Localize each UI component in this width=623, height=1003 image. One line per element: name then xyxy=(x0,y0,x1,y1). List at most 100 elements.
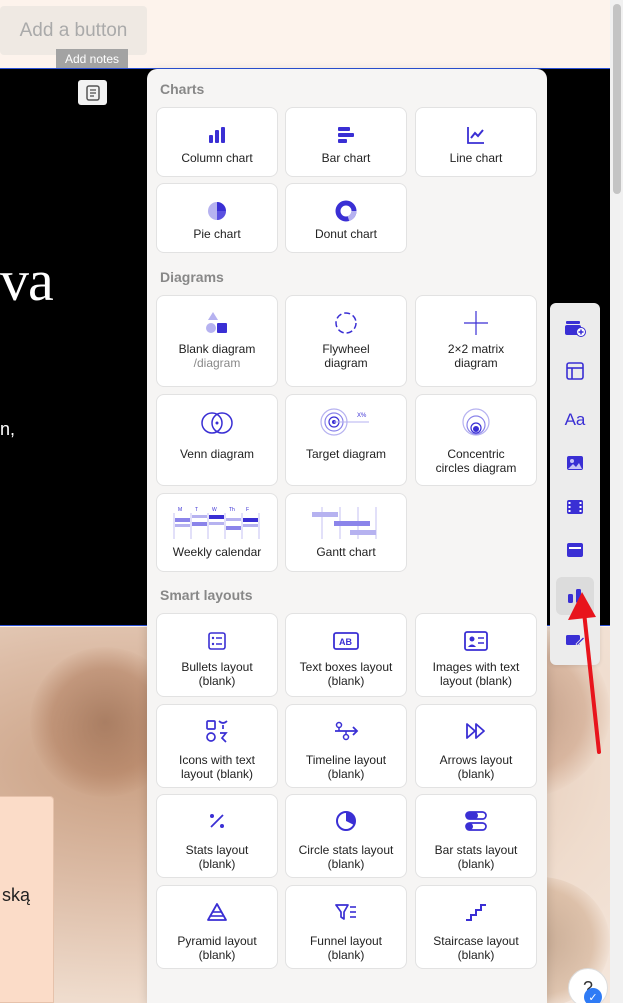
notes-icon xyxy=(85,84,100,101)
tile-venn-diagram[interactable]: Venn diagram xyxy=(156,394,278,486)
tile-donut-chart[interactable]: Donut chart xyxy=(285,183,407,253)
tile-label: Images with text layout (blank) xyxy=(432,660,520,688)
matrix-icon xyxy=(463,296,489,336)
concentric-circles-icon xyxy=(461,395,491,436)
toolbar-embed[interactable] xyxy=(556,531,594,569)
toolbar-layout[interactable] xyxy=(556,352,594,390)
venn-icon xyxy=(199,395,235,435)
tile-label: Blank diagram xyxy=(178,342,256,356)
tile-label: Line chart xyxy=(449,151,503,165)
tile-icons-text-layout[interactable]: Icons with text layout (blank) xyxy=(156,704,278,788)
tile-text-boxes-layout[interactable]: AB Text boxes layout (blank) xyxy=(285,613,407,697)
section-title-smart-layouts: Smart layouts xyxy=(160,587,253,603)
toolbar-add-card[interactable] xyxy=(556,309,594,347)
tile-sublabel: /diagram xyxy=(193,356,241,370)
donut-chart-icon xyxy=(335,184,357,224)
tile-label: Arrows layout (blank) xyxy=(439,753,513,781)
video-icon xyxy=(567,500,583,514)
slide-body-text: n, xyxy=(0,419,16,439)
embed-icon xyxy=(567,543,583,557)
tile-bullets-layout[interactable]: Bullets layout (blank) xyxy=(156,613,278,697)
pyramid-icon xyxy=(206,886,228,926)
calendar-day-label: W xyxy=(212,507,217,513)
add-notes-tooltip: Add notes xyxy=(56,49,128,68)
tile-images-text-layout[interactable]: Images with text layout (blank) xyxy=(415,613,537,697)
tile-weekly-calendar[interactable]: M T W Th F Weekly calendar xyxy=(156,493,278,572)
tile-label: Stats layout (blank) xyxy=(185,843,249,871)
tile-label: Bar stats layout (blank) xyxy=(434,843,518,871)
text-boxes-icon: AB xyxy=(333,614,359,654)
tile-label: Column chart xyxy=(181,151,253,165)
tile-matrix-diagram[interactable]: 2×2 matrix diagram xyxy=(415,295,537,387)
text-icon: Aa xyxy=(564,410,586,429)
target-icon: X% xyxy=(319,395,373,436)
tile-label: Donut chart xyxy=(314,227,378,241)
add-a-button[interactable]: Add a button xyxy=(0,6,147,55)
tile-label: Staircase layout (blank) xyxy=(433,934,519,962)
tile-label: Bullets layout (blank) xyxy=(181,660,253,688)
tile-pyramid-layout[interactable]: Pyramid layout (blank) xyxy=(156,885,278,969)
toolbar-image[interactable] xyxy=(556,444,594,482)
tile-gantt-chart[interactable]: Gantt chart xyxy=(285,493,407,572)
tile-flywheel-diagram[interactable]: Flywheel diagram xyxy=(285,295,407,387)
slide-heading: va xyxy=(0,248,54,313)
toolbar-text[interactable]: Aa xyxy=(556,401,594,439)
tile-pie-chart[interactable]: Pie chart xyxy=(156,183,278,253)
svg-text:X%: X% xyxy=(357,413,367,419)
tile-column-chart[interactable]: Column chart xyxy=(156,107,278,177)
insert-panel: Charts Column chart Bar chart Line chart… xyxy=(147,69,547,1003)
tile-label: Funnel layout (blank) xyxy=(309,934,383,962)
tile-label: Gantt chart xyxy=(316,545,376,559)
gantt-icon xyxy=(310,494,382,542)
annotation-arrow-icon xyxy=(568,592,601,754)
tile-label: Bar chart xyxy=(321,151,371,165)
column-chart-icon xyxy=(207,108,227,148)
tile-bar-chart[interactable]: Bar chart xyxy=(285,107,407,177)
section-title-charts: Charts xyxy=(160,81,205,97)
staircase-icon xyxy=(465,886,487,926)
shapes-icon xyxy=(205,296,229,336)
calendar-day-label: T xyxy=(195,507,198,513)
circle-stats-icon xyxy=(335,795,357,835)
tile-label: Pie chart xyxy=(193,227,241,241)
card-text: ską xyxy=(2,885,31,905)
line-chart-icon xyxy=(466,108,486,148)
funnel-icon xyxy=(335,886,357,926)
tile-label: Concentric circles diagram xyxy=(435,447,517,475)
tile-label: Timeline layout (blank) xyxy=(305,753,387,781)
add-card-icon xyxy=(565,321,586,337)
tile-concentric-circles[interactable]: Concentric circles diagram xyxy=(415,394,537,486)
tile-label: Text boxes layout (blank) xyxy=(299,660,393,688)
tile-label: Circle stats layout (blank) xyxy=(298,843,394,871)
tile-label: Weekly calendar xyxy=(172,545,262,559)
tile-staircase-layout[interactable]: Staircase layout (blank) xyxy=(415,885,537,969)
icons-text-icon xyxy=(205,705,229,745)
check-badge-icon: ✓ xyxy=(584,988,602,1003)
tile-label: 2×2 matrix diagram xyxy=(447,342,505,370)
tile-blank-diagram[interactable]: Blank diagram /diagram xyxy=(156,295,278,387)
bullets-icon xyxy=(207,614,227,654)
timeline-icon xyxy=(333,705,359,745)
tile-label: Venn diagram xyxy=(179,447,255,461)
toolbar-video[interactable] xyxy=(556,488,594,526)
tile-arrows-layout[interactable]: Arrows layout (blank) xyxy=(415,704,537,788)
calendar-day-label: Th xyxy=(229,507,235,513)
tile-label: Flywheel diagram xyxy=(322,342,370,370)
content-card[interactable]: ską xyxy=(0,796,54,1003)
image-icon xyxy=(567,456,583,470)
tile-target-diagram[interactable]: X% Target diagram xyxy=(285,394,407,486)
section-title-diagrams: Diagrams xyxy=(160,269,224,285)
tile-line-chart[interactable]: Line chart xyxy=(415,107,537,177)
tile-timeline-layout[interactable]: Timeline layout (blank) xyxy=(285,704,407,788)
arrows-icon xyxy=(465,705,487,745)
tile-stats-layout[interactable]: Stats layout (blank) xyxy=(156,794,278,878)
tile-funnel-layout[interactable]: Funnel layout (blank) xyxy=(285,885,407,969)
weekly-calendar-icon: M T W Th F xyxy=(173,494,261,542)
tile-label: Icons with text layout (blank) xyxy=(178,753,256,781)
scrollbar-thumb[interactable] xyxy=(613,4,621,194)
tile-circle-stats-layout[interactable]: Circle stats layout (blank) xyxy=(285,794,407,878)
notes-button[interactable] xyxy=(78,80,107,105)
tile-label: Target diagram xyxy=(305,447,387,461)
tile-bar-stats-layout[interactable]: Bar stats layout (blank) xyxy=(415,794,537,878)
tile-label: Pyramid layout (blank) xyxy=(177,934,257,962)
